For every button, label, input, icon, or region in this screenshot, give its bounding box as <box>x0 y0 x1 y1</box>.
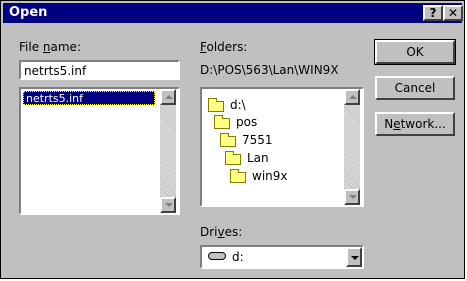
scroll-down-button[interactable] <box>344 189 360 205</box>
help-icon: ? <box>429 6 437 20</box>
scroll-up-button[interactable] <box>160 89 176 105</box>
open-folder-icon <box>208 98 224 112</box>
close-icon: ✕ <box>447 6 459 20</box>
drives-select[interactable]: d: <box>200 245 364 269</box>
folder-item-win9x[interactable]: win9x <box>230 168 320 184</box>
file-name-value: netrts5.inf <box>24 64 87 78</box>
file-name-label: File name: <box>19 40 81 54</box>
folder-tree[interactable]: d:\ pos 7551 Lan win9x <box>200 87 364 207</box>
cancel-button[interactable]: Cancel <box>375 76 455 100</box>
file-list-item[interactable]: netrts5.inf <box>23 91 155 105</box>
folder-tree-scrollbar[interactable] <box>344 89 360 205</box>
open-folder-icon <box>225 151 241 165</box>
up-arrow-icon <box>165 95 173 99</box>
title-bar[interactable]: Open ? ✕ <box>3 3 463 23</box>
file-list-scrollbar[interactable] <box>160 89 176 213</box>
chevron-down-icon <box>351 256 359 260</box>
folder-item-lan[interactable]: Lan <box>225 150 315 166</box>
drives-dropdown-button[interactable] <box>346 247 362 267</box>
open-dialog: Open ? ✕ File name: netrts5.inf netrts5.… <box>0 0 465 279</box>
drives-value: d: <box>232 250 244 264</box>
down-arrow-icon <box>349 195 357 199</box>
folder-item-d[interactable]: d:\ <box>208 97 298 113</box>
folders-label: Folders: <box>200 40 248 54</box>
down-arrow-icon <box>165 203 173 207</box>
file-list[interactable]: netrts5.inf <box>19 87 180 215</box>
scroll-up-button[interactable] <box>344 89 360 105</box>
folder-item-pos[interactable]: pos <box>214 114 304 130</box>
current-path: D:\POS\563\Lan\WIN9X <box>200 63 339 77</box>
file-name-input[interactable]: netrts5.inf <box>19 60 180 80</box>
open-folder-icon <box>214 115 230 129</box>
drive-icon <box>208 252 226 260</box>
close-button[interactable]: ✕ <box>443 5 463 21</box>
folder-item-7551[interactable]: 7551 <box>220 132 310 148</box>
open-folder-icon <box>220 133 236 147</box>
ok-button[interactable]: OK <box>374 39 456 65</box>
drives-label: Drives: <box>200 225 243 239</box>
network-button[interactable]: Network... <box>375 112 455 136</box>
scroll-down-button[interactable] <box>160 197 176 213</box>
window-title: Open <box>9 5 48 20</box>
up-arrow-icon <box>349 95 357 99</box>
open-folder-icon <box>230 169 246 183</box>
help-button[interactable]: ? <box>423 5 443 21</box>
